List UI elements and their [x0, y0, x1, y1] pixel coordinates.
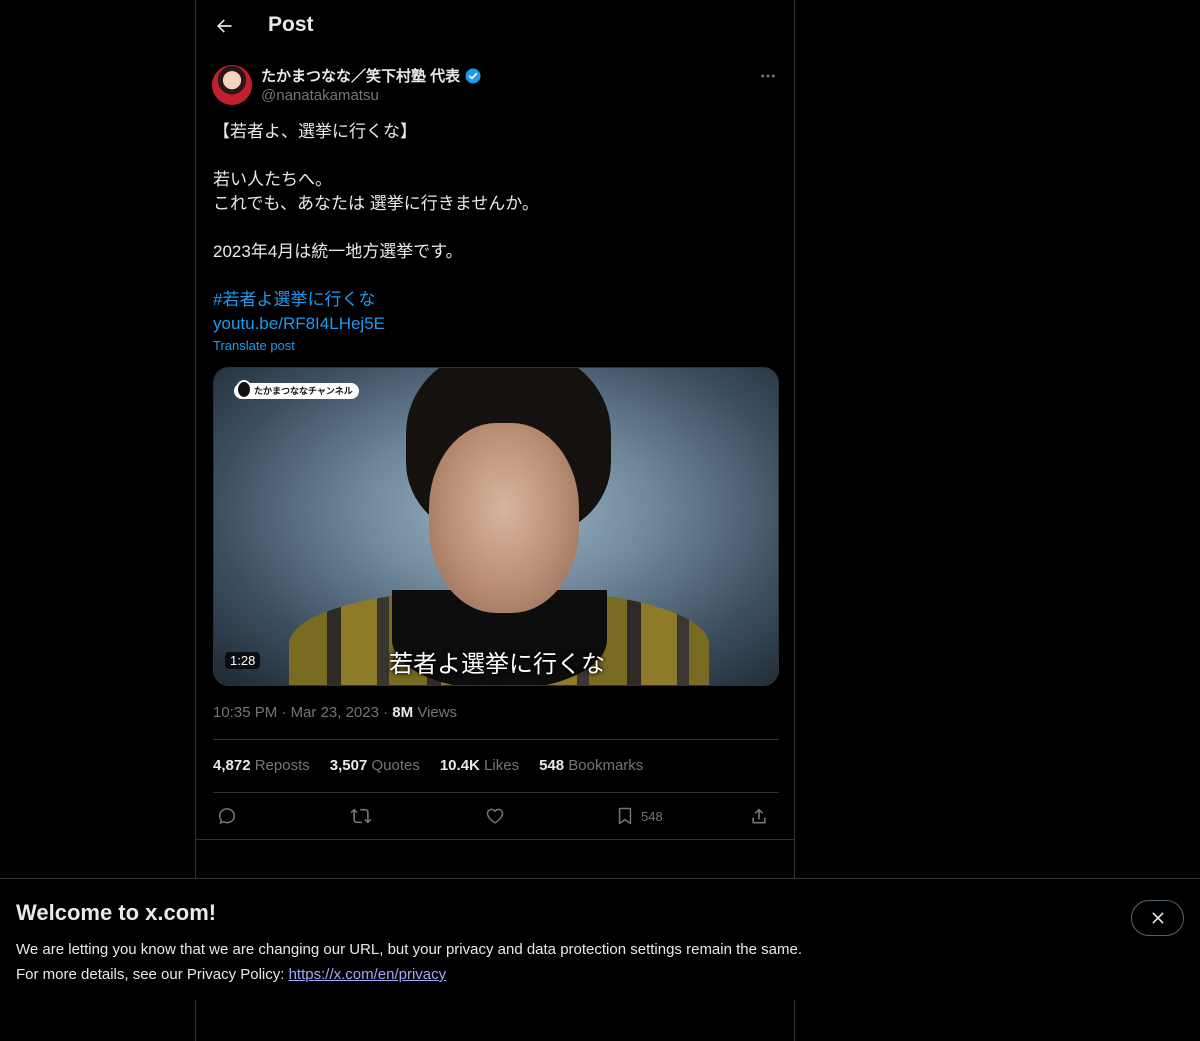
bookmark-count: 548 [641, 808, 663, 824]
likes-stat[interactable]: 10.4K Likes [440, 757, 519, 774]
reposts-stat[interactable]: 4,872 Reposts [213, 757, 310, 774]
channel-logo-icon [236, 380, 252, 399]
quotes-count: 3,507 [329, 757, 368, 774]
post-line [213, 216, 779, 240]
post-line: 【若者よ、選挙に行くな】 [213, 122, 417, 141]
post-line: 2023年4月は統一地方選挙です。 [213, 242, 463, 261]
reposts-label: Reposts [254, 757, 310, 774]
post-line: 若い人たちへ。 [213, 170, 332, 189]
post-line: これでも、あなたは 選挙に行きませんか。 [213, 194, 539, 213]
translate-post-link[interactable]: Translate post [213, 338, 295, 353]
youtube-link[interactable]: youtu.be/RF8I4LHej5E [213, 312, 779, 336]
quotes-label: Quotes [371, 757, 420, 774]
video-thumbnail-face [429, 423, 579, 613]
arrow-left-icon [217, 19, 232, 33]
post-text: 【若者よ、選挙に行くな】 若い人たちへ。 これでも、あなたは 選挙に行きませんか… [213, 120, 779, 336]
repost-button[interactable] [350, 804, 372, 828]
views-label: Views [417, 704, 458, 721]
page-header: Post [196, 0, 794, 54]
video-subtitle: 若者よ選挙に行くな [389, 651, 605, 678]
post-line [213, 264, 779, 288]
reposts-count: 4,872 [213, 757, 251, 774]
video-duration: 1:28 [225, 652, 261, 669]
bookmarks-stat[interactable]: 548 Bookmarks [539, 757, 643, 774]
quotes-stat[interactable]: 3,507 Quotes [330, 757, 420, 774]
close-icon [1152, 912, 1163, 924]
action-bar: 548 [213, 804, 779, 828]
banner-line-1: We are letting you know that we are chan… [16, 941, 802, 958]
reply-button[interactable] [217, 804, 237, 828]
dot-separator: · [383, 704, 393, 721]
avatar[interactable] [212, 65, 252, 105]
post-line [213, 144, 779, 168]
back-button[interactable] [210, 12, 238, 40]
close-banner-button[interactable] [1131, 900, 1184, 936]
privacy-policy-link[interactable]: https://x.com/en/privacy [289, 966, 447, 983]
author-display-name: たかまつなな／笑下村塾 代表 [261, 68, 461, 85]
like-button[interactable] [485, 804, 505, 828]
bookmark-icon [618, 807, 632, 825]
verified-badge-icon [465, 68, 481, 83]
divider [213, 739, 779, 740]
divider [213, 792, 779, 793]
share-icon [752, 808, 766, 824]
dot-separator: · [281, 704, 291, 721]
channel-badge-text: たかまつななチャンネル [254, 386, 353, 396]
hashtag-link[interactable]: #若者よ選挙に行くな [213, 288, 779, 312]
author-name[interactable]: たかまつなな／笑下村塾 代表 [261, 65, 482, 86]
banner-text: We are letting you know that we are chan… [16, 937, 802, 987]
share-button[interactable] [749, 804, 769, 828]
divider [196, 839, 794, 840]
banner-line-2-prefix: For more details, see our Privacy Policy… [16, 966, 289, 983]
page-title: Post [268, 13, 314, 36]
banner-title: Welcome to x.com! [16, 900, 217, 925]
bookmarks-label: Bookmarks [568, 757, 644, 774]
url-change-banner: Welcome to x.com! We are letting you kno… [0, 878, 1200, 1000]
author-handle[interactable]: @nanatakamatsu [261, 87, 379, 104]
more-dots-icon [761, 74, 775, 78]
post-meta: 10:35 PM · Mar 23, 2023 · 8M Views [213, 704, 457, 721]
more-options-button[interactable] [756, 64, 780, 88]
video-player[interactable]: たかまつななチャンネル 若者よ選挙に行くな 1:28 [213, 367, 779, 686]
banner-line-2: For more details, see our Privacy Policy… [16, 962, 802, 987]
likes-count: 10.4K [439, 757, 480, 774]
engagement-stats: 4,872 Reposts 3,507 Quotes 10.4K Likes 5… [213, 757, 643, 774]
bookmarks-count: 548 [539, 757, 565, 774]
heart-icon [486, 808, 504, 824]
reply-icon [218, 808, 236, 824]
views-count: 8M [392, 704, 414, 721]
likes-label: Likes [484, 757, 520, 774]
post-time[interactable]: 10:35 PM [213, 704, 277, 721]
post-date[interactable]: Mar 23, 2023 [291, 704, 379, 721]
channel-badge: たかまつななチャンネル [234, 380, 359, 399]
repost-icon [350, 808, 372, 824]
bookmark-button[interactable]: 548 [615, 804, 663, 828]
